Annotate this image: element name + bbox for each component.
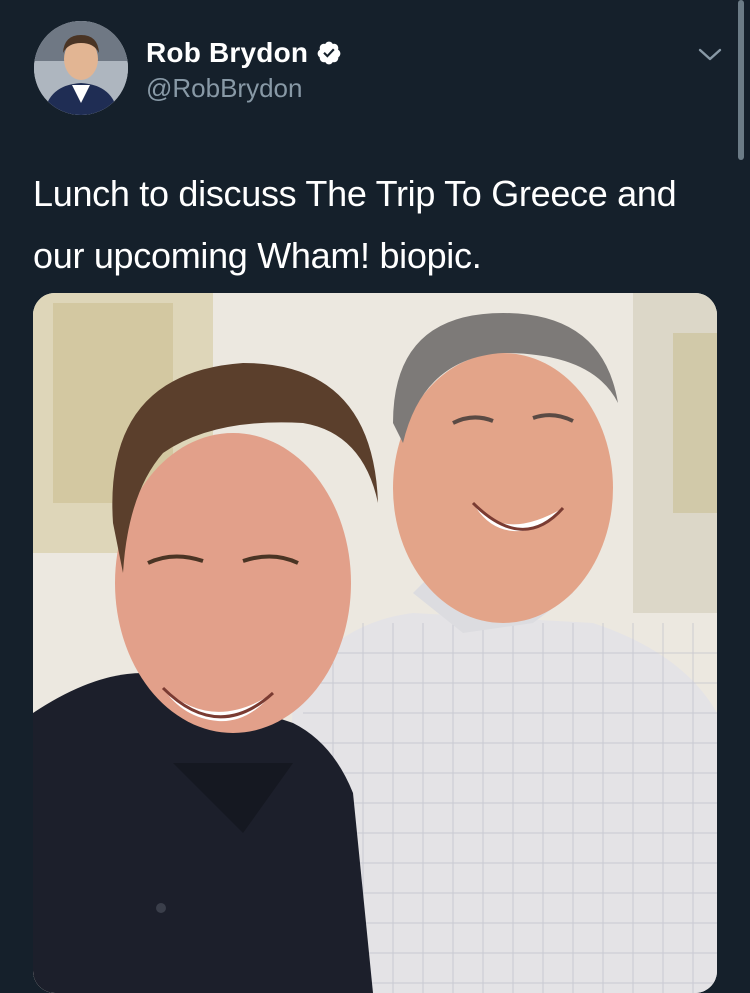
chevron-down-icon[interactable] bbox=[696, 45, 724, 65]
tweet-text: Lunch to discuss The Trip To Greece and … bbox=[33, 173, 677, 276]
tweet-photo[interactable] bbox=[33, 293, 717, 993]
photo-image bbox=[33, 293, 717, 993]
name-row: Rob Brydon bbox=[146, 37, 342, 69]
tweet-header: Rob Brydon @RobBrydon bbox=[34, 21, 724, 117]
display-name[interactable]: Rob Brydon bbox=[146, 37, 308, 69]
author-block: Rob Brydon @RobBrydon bbox=[146, 37, 342, 104]
avatar-image bbox=[34, 21, 128, 115]
avatar[interactable] bbox=[34, 21, 128, 115]
verified-badge-icon bbox=[316, 40, 342, 66]
handle[interactable]: @RobBrydon bbox=[146, 73, 342, 104]
scrollbar[interactable] bbox=[738, 0, 744, 160]
